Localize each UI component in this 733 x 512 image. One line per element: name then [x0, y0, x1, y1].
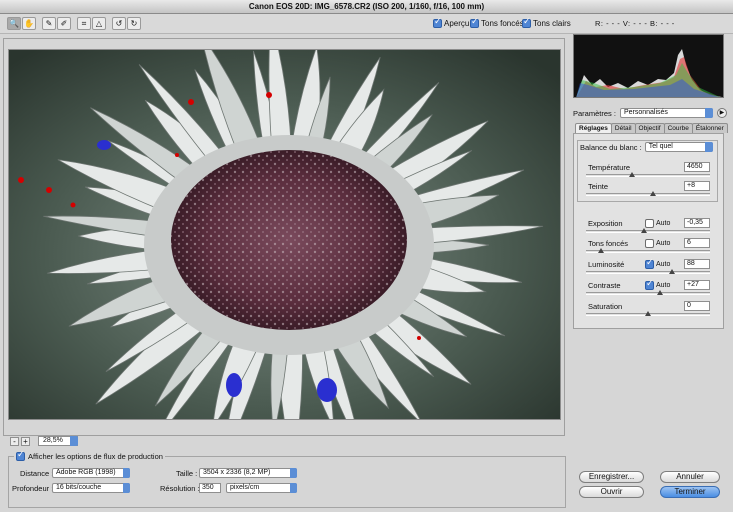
tons-clairs-checkbox[interactable]: [522, 17, 531, 28]
preview-image[interactable]: [8, 49, 561, 420]
distance-label: Distance :: [20, 469, 54, 478]
workflow-toggle[interactable]: Afficher les options de flux de producti…: [14, 450, 165, 461]
white-balance-row: Balance du blanc : Tel quel: [580, 142, 713, 152]
params-label: Paramètres :: [573, 108, 616, 118]
rotate-left-icon[interactable]: ↺: [112, 17, 126, 30]
hand-tool-icon[interactable]: ✋: [22, 17, 36, 30]
saturation-slider[interactable]: [586, 311, 710, 316]
exposition-auto[interactable]: Auto: [645, 219, 670, 228]
tons-fonces-auto[interactable]: Auto: [645, 239, 670, 248]
save-button[interactable]: Enregistrer...: [579, 471, 644, 483]
contraste-label: Contraste: [588, 281, 621, 290]
tons-fonces-auto-checkbox[interactable]: [645, 239, 654, 248]
thistle-photo: [9, 50, 560, 419]
window-title: Canon EOS 20D: IMG_6578.CR2 (ISO 200, 1/…: [0, 0, 733, 14]
tons-fonces-option[interactable]: Tons foncés: [470, 17, 524, 28]
white-balance-select[interactable]: Tel quel: [644, 142, 713, 152]
tab-courbe[interactable]: Courbe: [663, 123, 693, 133]
luminosite-auto-label: Auto: [656, 261, 671, 268]
contraste-auto[interactable]: Auto: [645, 279, 671, 290]
luminosite-slider[interactable]: [586, 269, 710, 274]
open-button[interactable]: Ouvrir: [579, 486, 644, 498]
params-menu-icon[interactable]: ▶: [716, 108, 727, 118]
tons-fonces-field[interactable]: 6: [684, 238, 710, 248]
luminosite-field[interactable]: 88: [684, 259, 710, 269]
contraste-auto-checkbox[interactable]: [645, 279, 654, 290]
exposition-slider-thumb[interactable]: [641, 228, 648, 233]
rgb-readout: R: - - - V: - - - B: - - -: [595, 19, 675, 28]
resolution-unit-select[interactable]: pixels/cm: [226, 483, 297, 493]
taille-select[interactable]: 3504 x 2336 (8,2 MP): [199, 468, 297, 478]
cancel-button[interactable]: Annuler: [660, 471, 720, 483]
apercu-checkbox[interactable]: [433, 17, 442, 28]
apercu-label: Aperçu: [444, 19, 470, 28]
profondeur-label: Profondeur :: [12, 484, 54, 493]
zoom-out-button[interactable]: -: [10, 436, 19, 446]
exposition-label: Exposition: [588, 219, 623, 228]
tons-fonces-slider-thumb[interactable]: [597, 248, 604, 253]
workflow-checkbox[interactable]: [16, 450, 25, 461]
workflow-box: [8, 456, 566, 508]
saturation-slider-thumb[interactable]: [645, 311, 651, 316]
teinte-label: Teinte: [588, 182, 609, 191]
temperature-slider-thumb[interactable]: [628, 172, 635, 177]
tons-fonces-label: Tons foncés: [481, 19, 524, 28]
tons-clairs-option[interactable]: Tons clairs: [522, 17, 571, 28]
saturation-label: Saturation: [588, 302, 623, 311]
tons-fonces-auto-label: Auto: [656, 240, 671, 247]
taille-label: Taille :: [176, 469, 198, 478]
histogram: [573, 34, 724, 98]
zoom-tool-icon[interactable]: 🔍: [7, 17, 21, 30]
params-row: Paramètres : Personnalisés ▶: [573, 108, 727, 118]
tab-bar: Réglages Détail Objectif Courbe Étalonne…: [575, 123, 728, 133]
luminosite-label: Luminosité: [588, 260, 625, 269]
straighten-tool-icon[interactable]: △: [92, 17, 106, 30]
zoom-select[interactable]: 28,5%: [38, 436, 78, 446]
contraste-slider-thumb[interactable]: [657, 290, 664, 295]
teinte-field[interactable]: +8: [684, 181, 710, 191]
temperature-label: Température: [588, 163, 631, 172]
resolution-label: Résolution :: [160, 484, 200, 493]
temperature-slider[interactable]: [586, 172, 710, 177]
luminosite-auto[interactable]: Auto: [645, 258, 671, 269]
crop-tool-icon[interactable]: ⌗: [77, 17, 91, 30]
rotate-right-icon[interactable]: ↻: [127, 17, 141, 30]
profondeur-select[interactable]: 16 bits/couche: [52, 483, 130, 493]
resolution-field[interactable]: 350: [199, 483, 221, 493]
white-balance-label: Balance du blanc :: [580, 142, 642, 152]
workflow-toggle-label: Afficher les options de flux de producti…: [28, 452, 163, 461]
distance-select[interactable]: Adobe RGB (1998): [52, 468, 130, 478]
params-select[interactable]: Personnalisés: [619, 108, 713, 118]
tons-fonces-slider[interactable]: [586, 248, 710, 253]
white-balance-tool-icon[interactable]: ✎: [42, 17, 56, 30]
teinte-slider[interactable]: [586, 191, 710, 196]
toolbar: 🔍 ✋ ✎ ✐ ⌗ △ ↺ ↻ Aperçu Tons foncés Tons …: [0, 14, 733, 34]
exposition-field[interactable]: -0,35: [684, 218, 710, 228]
apercu-option[interactable]: Aperçu: [433, 17, 470, 28]
contraste-slider[interactable]: [586, 290, 710, 295]
tab-reglages[interactable]: Réglages: [575, 123, 612, 133]
contraste-field[interactable]: +27: [684, 280, 710, 290]
tons-clairs-label: Tons clairs: [533, 19, 571, 28]
tab-detail[interactable]: Détail: [610, 123, 636, 133]
luminosite-auto-checkbox[interactable]: [645, 258, 654, 269]
exposition-auto-checkbox[interactable]: [645, 219, 654, 228]
tab-etalonner[interactable]: Étalonner: [691, 123, 728, 133]
zoom-bar: - + 28,5%: [10, 436, 78, 446]
color-sampler-tool-icon[interactable]: ✐: [57, 17, 71, 30]
saturation-field[interactable]: 0: [684, 301, 710, 311]
temperature-field[interactable]: 4650: [684, 162, 710, 172]
tons-fonces-label: Tons foncés: [588, 239, 629, 248]
tons-fonces-checkbox[interactable]: [470, 17, 479, 28]
contraste-auto-label: Auto: [656, 282, 671, 289]
exposition-slider[interactable]: [586, 228, 710, 233]
done-button[interactable]: Terminer: [660, 486, 720, 498]
teinte-slider-thumb[interactable]: [649, 191, 656, 196]
exposition-auto-label: Auto: [656, 220, 671, 227]
luminosite-slider-thumb[interactable]: [668, 269, 675, 274]
zoom-in-button[interactable]: +: [21, 436, 30, 446]
tab-objectif[interactable]: Objectif: [634, 123, 665, 133]
